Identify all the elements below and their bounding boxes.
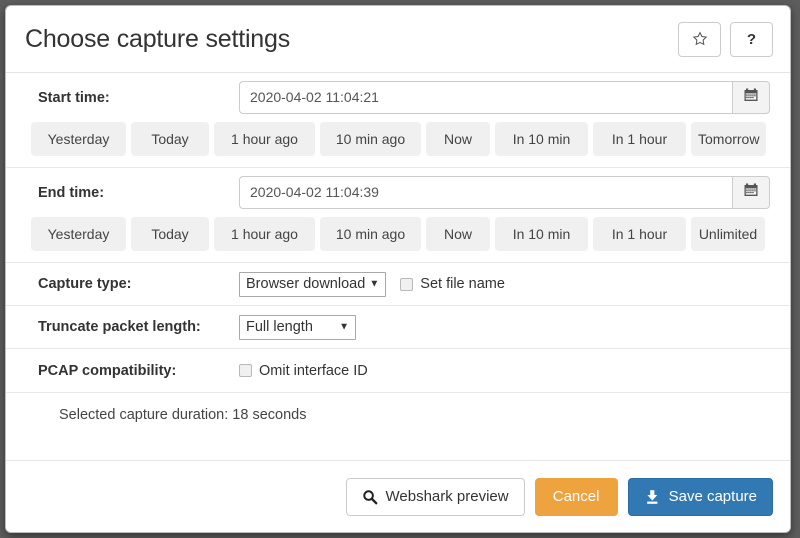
end-time-label: End time: <box>26 185 239 201</box>
download-icon <box>644 489 661 505</box>
start-time-quick-options: Yesterday Today 1 hour ago 10 min ago No… <box>26 122 770 167</box>
start-quick-1-hour-ago[interactable]: 1 hour ago <box>214 122 315 156</box>
duration-section: Selected capture duration: 18 seconds <box>6 393 790 437</box>
start-time-section: Start time: 2020-04-02 11:04:21 <box>6 73 790 168</box>
start-quick-yesterday[interactable]: Yesterday <box>31 122 126 156</box>
end-quick-now[interactable]: Now <box>426 217 490 251</box>
help-button[interactable]: ? <box>730 22 773 57</box>
start-time-field-row: Start time: 2020-04-02 11:04:21 <box>26 73 770 122</box>
chevron-down-icon: ▼ <box>339 322 349 333</box>
capture-type-row: Capture type: Browser download ▼ Set fil… <box>26 263 770 305</box>
end-quick-today[interactable]: Today <box>131 217 209 251</box>
set-file-name-label: Set file name <box>420 276 505 292</box>
star-icon <box>692 31 708 47</box>
start-quick-now[interactable]: Now <box>426 122 490 156</box>
question-mark-icon: ? <box>747 31 756 48</box>
truncate-row: Truncate packet length: Full length ▼ <box>26 306 770 348</box>
start-quick-today[interactable]: Today <box>131 122 209 156</box>
end-quick-10-min-ago[interactable]: 10 min ago <box>320 217 421 251</box>
webshark-preview-button[interactable]: Webshark preview <box>346 478 525 516</box>
pcap-section: PCAP compatibility: Omit interface ID <box>6 349 790 393</box>
dialog-footer: Webshark preview Cancel Save capture <box>6 460 790 532</box>
dialog-header: Choose capture settings ? <box>6 6 790 73</box>
pcap-row: PCAP compatibility: Omit interface ID <box>26 349 770 392</box>
end-quick-in-10-min[interactable]: In 10 min <box>495 217 588 251</box>
end-quick-1-hour-ago[interactable]: 1 hour ago <box>214 217 315 251</box>
cancel-button[interactable]: Cancel <box>535 478 618 516</box>
save-capture-label: Save capture <box>669 488 757 505</box>
start-quick-in-1-hour[interactable]: In 1 hour <box>593 122 686 156</box>
truncate-selected-value: Full length <box>246 319 313 335</box>
webshark-preview-label: Webshark preview <box>386 488 509 505</box>
end-time-calendar-button[interactable] <box>732 176 770 209</box>
cancel-label: Cancel <box>553 488 600 505</box>
header-button-group: ? <box>678 22 773 57</box>
save-capture-button[interactable]: Save capture <box>628 478 773 516</box>
capture-settings-dialog: Choose capture settings ? Start time: 20… <box>5 5 791 533</box>
truncate-section: Truncate packet length: Full length ▼ <box>6 306 790 349</box>
end-time-field-row: End time: 2020-04-02 11:04:39 <box>26 168 770 217</box>
pcap-label: PCAP compatibility: <box>26 363 239 379</box>
end-time-quick-options: Yesterday Today 1 hour ago 10 min ago No… <box>26 217 770 262</box>
omit-interface-id-checkbox[interactable] <box>239 364 252 377</box>
truncate-label: Truncate packet length: <box>26 319 239 335</box>
search-icon <box>362 489 378 505</box>
page-title: Choose capture settings <box>25 27 678 52</box>
start-quick-10-min-ago[interactable]: 10 min ago <box>320 122 421 156</box>
end-time-input[interactable]: 2020-04-02 11:04:39 <box>239 176 732 209</box>
omit-interface-id-wrap[interactable]: Omit interface ID <box>239 363 368 379</box>
set-file-name-checkbox-wrap[interactable]: Set file name <box>400 276 505 292</box>
end-quick-yesterday[interactable]: Yesterday <box>31 217 126 251</box>
set-file-name-checkbox[interactable] <box>400 278 413 291</box>
dialog-body: Start time: 2020-04-02 11:04:21 <box>6 73 790 460</box>
favorite-button[interactable] <box>678 22 721 57</box>
end-quick-unlimited[interactable]: Unlimited <box>691 217 765 251</box>
start-time-label: Start time: <box>26 90 239 106</box>
truncate-select[interactable]: Full length ▼ <box>239 315 356 340</box>
start-time-calendar-button[interactable] <box>732 81 770 114</box>
end-time-input-group: 2020-04-02 11:04:39 <box>239 176 770 209</box>
capture-type-section: Capture type: Browser download ▼ Set fil… <box>6 263 790 306</box>
capture-type-select[interactable]: Browser download ▼ <box>239 272 386 297</box>
start-time-input-group: 2020-04-02 11:04:21 <box>239 81 770 114</box>
end-time-section: End time: 2020-04-02 11:04:39 <box>6 168 790 263</box>
capture-type-label: Capture type: <box>26 276 239 292</box>
start-quick-in-10-min[interactable]: In 10 min <box>495 122 588 156</box>
end-quick-in-1-hour[interactable]: In 1 hour <box>593 217 686 251</box>
selected-capture-duration: Selected capture duration: 18 seconds <box>26 393 770 437</box>
chevron-down-icon: ▼ <box>369 279 379 290</box>
start-time-input[interactable]: 2020-04-02 11:04:21 <box>239 81 732 114</box>
capture-type-selected-value: Browser download <box>246 276 365 292</box>
calendar-icon <box>743 182 759 203</box>
calendar-icon <box>743 87 759 108</box>
start-quick-tomorrow[interactable]: Tomorrow <box>691 122 766 156</box>
omit-interface-id-label: Omit interface ID <box>259 363 368 379</box>
